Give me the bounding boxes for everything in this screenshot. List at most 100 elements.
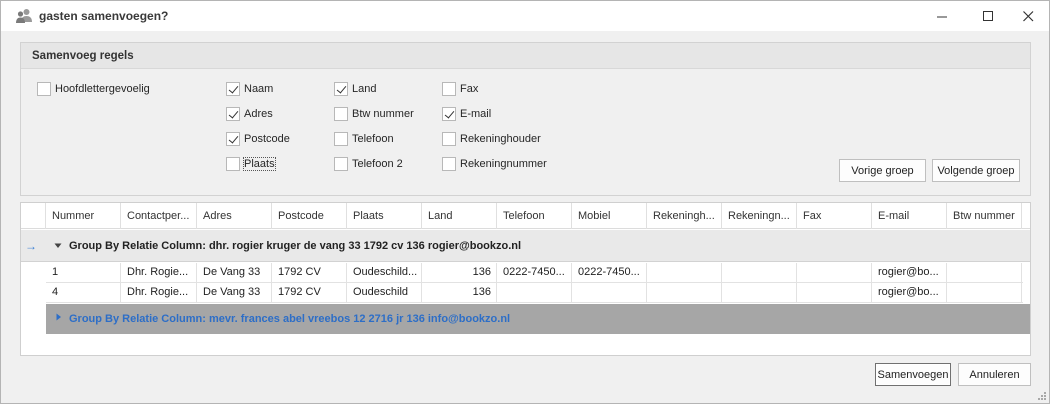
cell-contact: Dhr. Rogie... xyxy=(121,263,197,283)
cell-number: 4 xyxy=(46,283,121,303)
checkbox-label: E-mail xyxy=(460,108,492,120)
checkbox-label: Postcode xyxy=(244,133,290,145)
table-row[interactable]: 1 Dhr. Rogie... De Vang 33 1792 CV Oudes… xyxy=(46,263,1023,283)
checkbox-phone[interactable]: Telefoon xyxy=(334,131,394,147)
checkbox-box[interactable] xyxy=(442,132,456,146)
checkbox-box[interactable] xyxy=(334,82,348,96)
cell-contact: Dhr. Rogie... xyxy=(121,283,197,303)
merge-button[interactable]: Samenvoegen xyxy=(875,363,951,386)
cell-mobile xyxy=(572,283,647,303)
cell-address: De Vang 33 xyxy=(197,263,272,283)
column-header-account-number[interactable]: Rekeningn... xyxy=(722,203,797,229)
checkbox-label: Btw nummer xyxy=(352,108,414,120)
checkbox-fax[interactable]: Fax xyxy=(442,81,478,97)
checkbox-country[interactable]: Land xyxy=(334,81,376,97)
checkbox-label: Rekeninghouder xyxy=(460,133,541,145)
checkbox-box[interactable] xyxy=(226,82,240,96)
checkbox-account-holder[interactable]: Rekeninghouder xyxy=(442,131,541,147)
close-button[interactable] xyxy=(1005,1,1050,31)
next-group-button[interactable]: Volgende groep xyxy=(932,159,1020,182)
minimize-button[interactable] xyxy=(919,1,965,31)
checkbox-box[interactable] xyxy=(226,107,240,121)
column-header-city[interactable]: Plaats xyxy=(347,203,422,229)
cancel-button[interactable]: Annuleren xyxy=(958,363,1031,386)
checkbox-box[interactable] xyxy=(334,157,348,171)
merge-rules-group: Samenvoeg regels Hoofdlettergevoelig Naa… xyxy=(20,42,1031,196)
cell-phone xyxy=(497,283,572,303)
checkbox-account-number[interactable]: Rekeningnummer xyxy=(442,156,547,172)
header-indicator-cell xyxy=(21,203,46,229)
expand-chevron-icon[interactable] xyxy=(56,313,62,323)
column-header-vat-number[interactable]: Btw nummer xyxy=(947,203,1022,229)
cell-account-number xyxy=(722,263,797,283)
checkbox-box[interactable] xyxy=(226,132,240,146)
column-header-contact[interactable]: Contactper... xyxy=(121,203,197,229)
checkbox-label: Telefoon xyxy=(352,133,394,145)
resize-grip-icon[interactable] xyxy=(1037,391,1047,401)
cell-email: rogier@bo... xyxy=(872,283,947,303)
cell-country: 136 xyxy=(422,283,497,303)
grid-header: Nummer Contactper... Adres Postcode Plaa… xyxy=(21,203,1030,229)
checkbox-city[interactable]: Plaats xyxy=(226,156,276,172)
cell-city: Oudeschild xyxy=(347,283,422,303)
previous-group-button[interactable]: Vorige groep xyxy=(839,159,926,182)
group-row-2[interactable]: Group By Relatie Column: mevr. frances a… xyxy=(46,304,1030,334)
checkbox-label: Fax xyxy=(460,83,479,95)
cell-vat-number xyxy=(947,283,1022,303)
checkbox-label: Adres xyxy=(244,108,273,120)
column-header-address[interactable]: Adres xyxy=(197,203,272,229)
window-title: gasten samenvoegen? xyxy=(39,9,169,23)
title-bar: gasten samenvoegen? xyxy=(1,1,1049,31)
cell-account-holder xyxy=(647,263,722,283)
checkbox-email[interactable]: E-mail xyxy=(442,106,491,122)
cell-fax xyxy=(797,263,872,283)
checkbox-label: Plaats xyxy=(243,157,276,171)
checkbox-label: Hoofdlettergevoelig xyxy=(55,83,150,95)
column-header-fax[interactable]: Fax xyxy=(797,203,872,229)
cell-address: De Vang 33 xyxy=(197,283,272,303)
checkbox-name[interactable]: Naam xyxy=(226,81,273,97)
cell-vat-number xyxy=(947,263,1022,283)
cell-fax xyxy=(797,283,872,303)
cell-phone: 0222-7450... xyxy=(497,263,572,283)
column-header-mobile[interactable]: Mobiel xyxy=(572,203,647,229)
users-icon xyxy=(15,8,33,24)
checkbox-case-sensitive[interactable]: Hoofdlettergevoelig xyxy=(37,81,150,97)
checkbox-phone-2[interactable]: Telefoon 2 xyxy=(334,156,403,172)
cell-email: rogier@bo... xyxy=(872,263,947,283)
checkbox-label: Land xyxy=(352,83,377,95)
group-row-label: Group By Relatie Column: mevr. frances a… xyxy=(69,313,511,325)
checkbox-box[interactable] xyxy=(442,107,456,121)
collapse-chevron-icon[interactable] xyxy=(54,241,62,251)
checkbox-vat-number[interactable]: Btw nummer xyxy=(334,106,414,122)
focused-row-arrow-icon: → xyxy=(25,239,37,253)
column-header-postcode[interactable]: Postcode xyxy=(272,203,347,229)
group-row-1[interactable]: → Group By Relatie Column: dhr. rogier k… xyxy=(21,230,1030,262)
checkbox-box[interactable] xyxy=(334,107,348,121)
merge-guests-dialog: gasten samenvoegen? Samenvoeg regels Hoo… xyxy=(0,0,1050,404)
maximize-icon xyxy=(982,10,993,21)
cell-postcode: 1792 CV xyxy=(272,263,347,283)
checkbox-box[interactable] xyxy=(442,82,456,96)
duplicates-grid: Nummer Contactper... Adres Postcode Plaa… xyxy=(20,202,1031,356)
checkbox-box[interactable] xyxy=(37,82,51,96)
checkbox-label: Naam xyxy=(244,83,274,95)
checkbox-address[interactable]: Adres xyxy=(226,106,273,122)
table-row[interactable]: 4 Dhr. Rogie... De Vang 33 1792 CV Oudes… xyxy=(46,283,1023,303)
cell-country: 136 xyxy=(422,263,497,283)
group-row-label: Group By Relatie Column: dhr. rogier kru… xyxy=(69,240,522,252)
minimize-icon xyxy=(936,16,947,17)
checkbox-box[interactable] xyxy=(226,157,240,171)
close-icon xyxy=(1022,10,1033,21)
column-header-phone[interactable]: Telefoon xyxy=(497,203,572,229)
column-header-account-holder[interactable]: Rekeningh... xyxy=(647,203,722,229)
column-header-country[interactable]: Land xyxy=(422,203,497,229)
column-header-email[interactable]: E-mail xyxy=(872,203,947,229)
column-header-number[interactable]: Nummer xyxy=(46,203,121,229)
checkbox-box[interactable] xyxy=(334,132,348,146)
merge-rules-heading: Samenvoeg regels xyxy=(21,43,1030,69)
cell-number: 1 xyxy=(46,263,121,283)
checkbox-postcode[interactable]: Postcode xyxy=(226,131,290,147)
checkbox-label: Telefoon 2 xyxy=(352,158,403,170)
checkbox-box[interactable] xyxy=(442,157,456,171)
